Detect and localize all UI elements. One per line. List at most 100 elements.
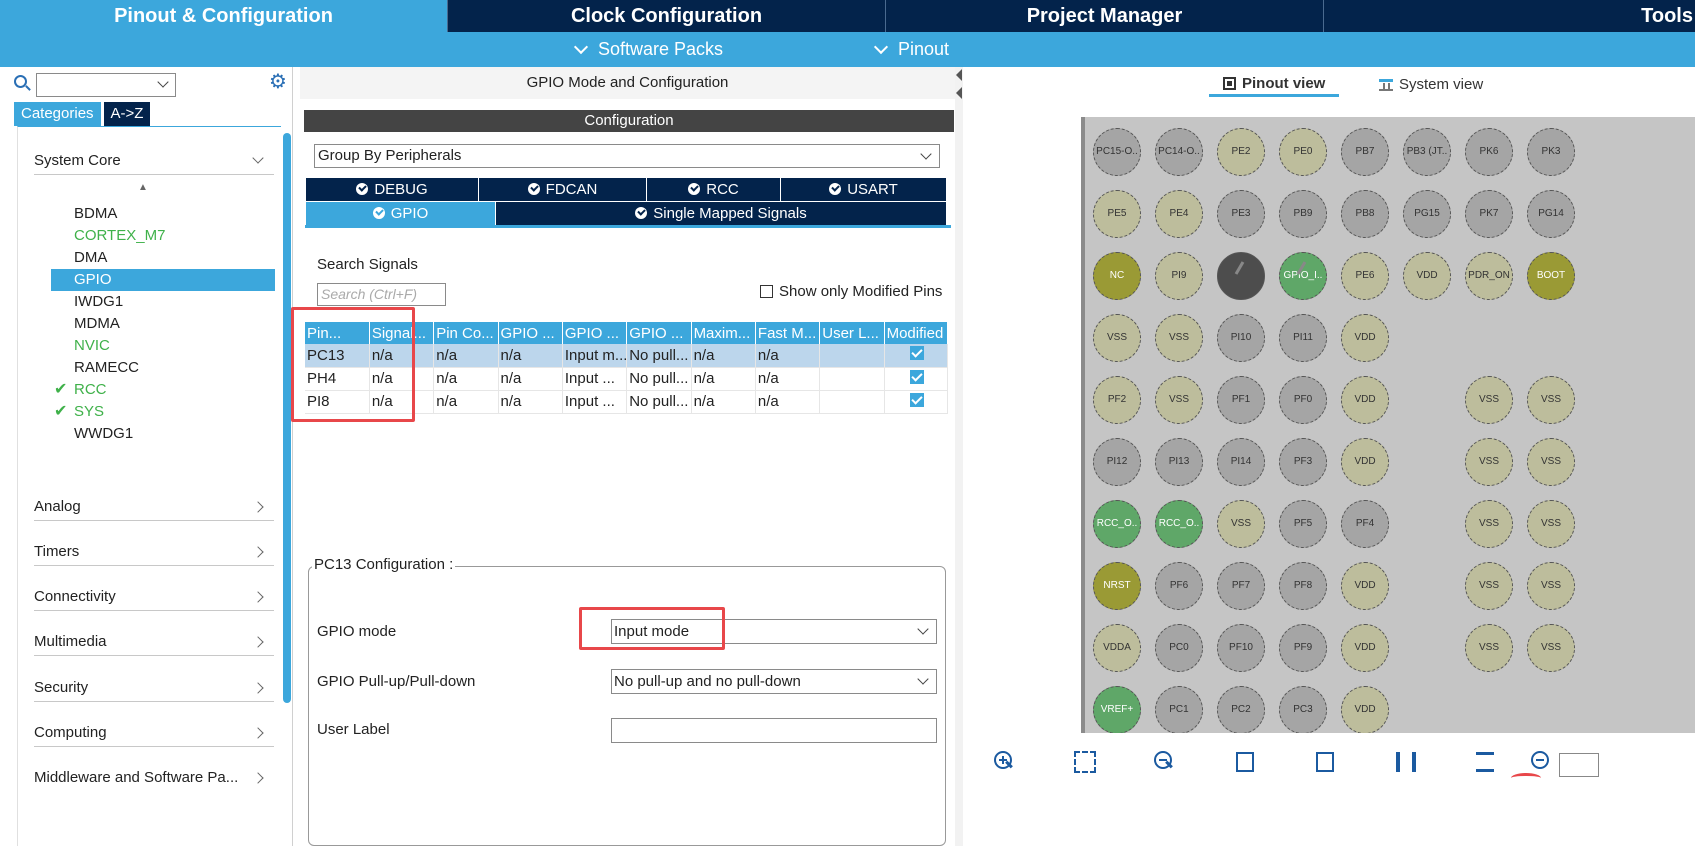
pin[interactable]: PC15-O.. (1093, 128, 1141, 176)
pin[interactable]: VDD (1403, 252, 1451, 300)
pin[interactable]: RCC_O.. (1093, 500, 1141, 548)
pin[interactable]: NC (1093, 252, 1141, 300)
pin[interactable]: PI13 (1155, 438, 1203, 486)
modified-checkbox[interactable] (909, 369, 924, 384)
peripheral-iwdg1[interactable]: IWDG1 (51, 291, 275, 313)
pin[interactable]: PC14-O.. (1155, 128, 1203, 176)
pin[interactable]: PB3 (JT.. (1403, 128, 1451, 176)
pin[interactable]: VDD (1341, 376, 1389, 424)
pin[interactable]: PF9 (1279, 624, 1327, 672)
pin[interactable]: VSS (1527, 438, 1575, 486)
rotate-left-icon[interactable] (1310, 747, 1340, 777)
tab-categories[interactable]: Categories (14, 102, 101, 126)
peripheral-dma[interactable]: DMA (51, 247, 275, 269)
pin[interactable]: PF0 (1279, 376, 1327, 424)
pinout-menu[interactable]: Pinout (873, 32, 949, 67)
tab-tools[interactable]: Tools (1323, 0, 1695, 32)
pin[interactable]: VSS (1093, 314, 1141, 362)
peripheral-ramecc[interactable]: RAMECC (51, 357, 275, 379)
pin[interactable]: PB8 (1341, 190, 1389, 238)
pin[interactable]: PC2 (1217, 686, 1265, 733)
tab-debug[interactable]: DEBUG (306, 178, 479, 201)
tab-fdcan[interactable]: FDCAN (479, 178, 647, 201)
pin[interactable]: PF5 (1279, 500, 1327, 548)
pin[interactable]: PI14 (1217, 438, 1265, 486)
peripheral-bdma[interactable]: BDMA (51, 203, 275, 225)
pin[interactable]: PK3 (1527, 128, 1575, 176)
collapse-left-icon[interactable] (956, 69, 962, 81)
pin[interactable]: VSS (1465, 562, 1513, 610)
category-search-combo[interactable] (36, 73, 176, 97)
pin[interactable]: PB9 (1279, 190, 1327, 238)
sort-icon[interactable]: ▲ (138, 182, 148, 194)
group-analog[interactable]: Analog (34, 493, 274, 521)
pin[interactable]: PE4 (1155, 190, 1203, 238)
pin[interactable]: PF1 (1217, 376, 1265, 424)
pin[interactable]: VSS (1217, 500, 1265, 548)
group-security[interactable]: Security (34, 674, 274, 702)
pin[interactable]: PC3 (1279, 686, 1327, 733)
pin[interactable]: VDD (1341, 624, 1389, 672)
group-computing[interactable]: Computing (34, 719, 274, 747)
search-signals-input[interactable]: Search (Ctrl+F) (317, 283, 446, 306)
pin[interactable] (1217, 252, 1265, 300)
peripheral-sys[interactable]: ✔ SYS (51, 401, 275, 423)
pin[interactable]: VDD (1341, 686, 1389, 733)
pin[interactable]: VSS (1527, 376, 1575, 424)
column-header[interactable]: Fast M... (755, 322, 821, 344)
peripheral-mdma[interactable]: MDMA (51, 313, 275, 335)
flip-horizontal-icon[interactable] (1390, 747, 1420, 777)
pin[interactable]: VSS (1465, 624, 1513, 672)
pin[interactable]: PE2 (1217, 128, 1265, 176)
pin[interactable]: PI11 (1279, 314, 1327, 362)
tab-clock-configuration[interactable]: Clock Configuration (447, 0, 885, 32)
rotate-right-icon[interactable] (1230, 747, 1260, 777)
pin[interactable]: VDD (1341, 562, 1389, 610)
pin[interactable]: PE3 (1217, 190, 1265, 238)
pin[interactable]: BOOT (1527, 252, 1575, 300)
peripheral-wwdg1[interactable]: WWDG1 (51, 423, 275, 445)
pin[interactable]: PI12 (1093, 438, 1141, 486)
pin[interactable]: VSS (1465, 500, 1513, 548)
pin[interactable]: VSS (1155, 314, 1203, 362)
pin[interactable]: VDD (1341, 314, 1389, 362)
pin[interactable]: VSS (1465, 438, 1513, 486)
pin[interactable]: VSS (1527, 500, 1575, 548)
tab-pinout-view[interactable]: Pinout view (1209, 73, 1340, 97)
pin[interactable]: VSS (1155, 376, 1203, 424)
tab-system-view[interactable]: System view (1379, 73, 1483, 97)
pin[interactable]: PI10 (1217, 314, 1265, 362)
software-packs-menu[interactable]: Software Packs (573, 32, 723, 67)
pin[interactable]: PF10 (1217, 624, 1265, 672)
peripheral-gpio[interactable]: GPIO (51, 269, 275, 291)
pin[interactable]: RCC_O.. (1155, 500, 1203, 548)
gear-icon[interactable]: ⚙ (268, 72, 288, 92)
column-header[interactable]: GPIO ... (626, 322, 692, 344)
pin[interactable]: VDD (1341, 438, 1389, 486)
tab-project-manager[interactable]: Project Manager (885, 0, 1323, 32)
group-system-core[interactable]: System Core (34, 147, 274, 175)
pin[interactable]: PF7 (1217, 562, 1265, 610)
pin[interactable]: PI9 (1155, 252, 1203, 300)
modified-checkbox[interactable] (909, 392, 924, 407)
group-middleware[interactable]: Middleware and Software Pa... (34, 764, 274, 792)
left-scrollbar[interactable] (283, 133, 291, 703)
fit-screen-icon[interactable] (1070, 747, 1100, 777)
peripheral-cortex-m7[interactable]: CORTEX_M7 (51, 225, 275, 247)
tab-a-z[interactable]: A->Z (103, 102, 151, 126)
column-header[interactable]: Maxim... (691, 322, 756, 344)
pin[interactable]: PK6 (1465, 128, 1513, 176)
pin[interactable]: VSS (1527, 624, 1575, 672)
pin[interactable]: VDDA (1093, 624, 1141, 672)
show-modified-checkbox[interactable]: Show only Modified Pins (760, 283, 942, 300)
column-header[interactable]: User L... (819, 322, 885, 344)
pin[interactable]: PF4 (1341, 500, 1389, 548)
pin[interactable]: PF3 (1279, 438, 1327, 486)
pin[interactable]: VSS (1527, 562, 1575, 610)
pull-select[interactable]: No pull-up and no pull-down (611, 669, 937, 694)
zoom-out-icon[interactable] (1150, 747, 1180, 777)
group-by-select[interactable]: Group By Peripherals (314, 144, 940, 168)
pin[interactable]: PF2 (1093, 376, 1141, 424)
pin[interactable]: VREF+ (1093, 686, 1141, 733)
tab-gpio[interactable]: GPIO (306, 202, 496, 225)
